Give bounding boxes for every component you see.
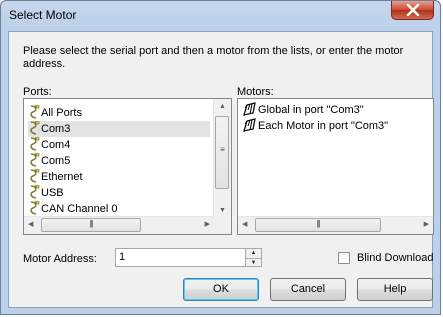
list-item[interactable]: CAN Channel 0 [28,201,117,217]
serial-port-icon [30,153,40,167]
scroll-thumb[interactable]: ||| [255,218,381,232]
motor-icon [243,102,256,116]
serial-port-icon [30,121,40,135]
motors-horizontal-scrollbar[interactable]: ◀ ||| ▶ [238,216,433,234]
blind-download-checkbox[interactable] [338,252,350,264]
serial-port-icon [30,137,40,151]
close-button[interactable] [391,1,434,20]
scroll-down-icon[interactable]: ▼ [219,207,226,214]
scroll-right-icon[interactable]: ▶ [205,220,210,228]
list-item[interactable]: Com4 [28,137,70,153]
scroll-right-icon[interactable]: ▶ [424,220,429,228]
help-button[interactable]: Help [357,278,433,301]
ports-vertical-scrollbar[interactable]: ▲ ≡ ▼ [213,99,231,217]
serial-port-icon [30,105,40,119]
grip-icon: ||| [89,219,93,228]
motors-listbox[interactable]: Global in port "Com3" Each Motor in port… [237,98,434,235]
blind-download-label: Blind Download [357,252,434,264]
grip-icon: ≡ [220,145,225,154]
serial-port-icon [30,185,40,199]
motors-label: Motors: [237,86,274,98]
scroll-thumb[interactable]: ||| [41,218,141,232]
list-item[interactable]: All Ports [28,105,82,121]
motor-icon [243,118,256,132]
motor-address-label: Motor Address: [23,253,97,265]
list-item[interactable]: Ethernet [28,169,83,185]
motor-address-input[interactable]: 1 [115,248,246,267]
scroll-left-icon[interactable]: ◀ [242,220,247,228]
serial-port-icon [30,169,40,183]
motor-address-spinner[interactable]: ▲ ▼ [245,248,262,267]
window-title: Select Motor [9,8,77,22]
scroll-thumb[interactable]: ≡ [215,116,229,189]
dialog-window: Select Motor Please select the serial po… [0,0,441,315]
list-item[interactable]: Each Motor in port "Com3" [242,118,388,134]
scroll-up-icon[interactable]: ▲ [219,103,226,110]
spin-down-icon[interactable]: ▼ [246,258,261,267]
ports-horizontal-scrollbar[interactable]: ◀ ||| ▶ [24,216,214,234]
scroll-left-icon[interactable]: ◀ [28,220,33,228]
serial-port-icon [30,201,40,215]
ports-label: Ports: [23,86,52,98]
list-item-selected[interactable]: Com3 [28,121,210,137]
instructions-text: Please select the serial port and then a… [23,45,404,70]
list-item[interactable]: USB [28,185,64,201]
ports-listbox[interactable]: All Ports Com3 Com4 Com5 Ethernet USB CA… [23,98,232,235]
scroll-corner [214,217,231,234]
list-item[interactable]: Global in port "Com3" [242,102,364,118]
close-icon [406,4,420,16]
ok-button[interactable]: OK [183,278,259,301]
list-item[interactable]: Com5 [28,153,70,169]
grip-icon: ||| [316,219,320,228]
cancel-button[interactable]: Cancel [270,278,346,301]
spin-up-icon[interactable]: ▲ [246,249,261,257]
title-bar[interactable]: Select Motor [1,1,440,31]
